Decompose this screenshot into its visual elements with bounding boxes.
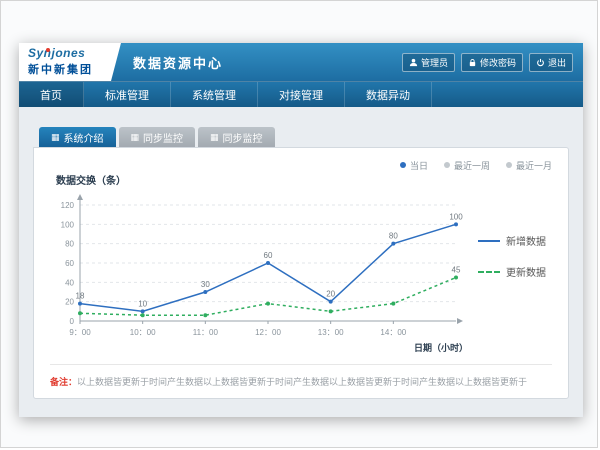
grid-icon: ▦ (51, 133, 60, 142)
nav-item-system-mgmt[interactable]: 系统管理 (171, 82, 258, 107)
series-legend: 新增数据 更新数据 (478, 187, 546, 355)
svg-text:30: 30 (201, 280, 210, 289)
content-area: ▦ 系统介绍 ▦ 同步监控 ▦ 同步监控 当日 (19, 107, 583, 417)
svg-text:20: 20 (65, 298, 74, 307)
svg-text:80: 80 (389, 232, 398, 241)
svg-text:40: 40 (65, 278, 74, 287)
tab-sync-monitor-2-label: 同步监控 (223, 130, 263, 145)
app-window: Synjones 新中新集团 数据资源中心 管理员 修改密码 退出 (19, 43, 583, 417)
svg-text:9：00: 9：00 (69, 328, 91, 337)
power-icon (536, 58, 545, 67)
tab-system-intro[interactable]: ▦ 系统介绍 (39, 127, 116, 147)
time-range-filters: 当日 最近一周 最近一月 (50, 158, 552, 172)
svg-text:日期（小时）: 日期（小时） (414, 342, 468, 353)
grid-icon: ▦ (131, 133, 140, 142)
screenshot-background: Synjones 新中新集团 数据资源中心 管理员 修改密码 退出 (0, 0, 598, 448)
filter-last-month-label: 最近一月 (516, 159, 552, 172)
filter-last-month[interactable]: 最近一月 (506, 159, 552, 172)
logout-label: 退出 (548, 56, 566, 69)
user-actions: 管理员 修改密码 退出 (402, 53, 573, 72)
admin-user-button[interactable]: 管理员 (402, 53, 455, 72)
tab-system-intro-label: 系统介绍 (64, 130, 104, 145)
logo-text-en: Synjones (28, 47, 121, 61)
svg-text:13：00: 13：00 (318, 328, 344, 337)
top-header: Synjones 新中新集团 数据资源中心 管理员 修改密码 退出 (19, 43, 583, 81)
nav-item-home[interactable]: 首页 (19, 82, 84, 107)
change-password-button[interactable]: 修改密码 (461, 53, 523, 72)
tab-sync-monitor-2[interactable]: ▦ 同步监控 (198, 127, 275, 147)
logo: Synjones 新中新集团 (19, 43, 121, 81)
filter-today[interactable]: 当日 (400, 159, 428, 172)
lock-icon (468, 58, 477, 67)
svg-text:20: 20 (326, 290, 335, 299)
dashed-line-icon (478, 271, 500, 273)
footnote-text: 以上数据皆更新于时间产生数据以上数据皆更新于时间产生数据以上数据皆更新于时间产生… (77, 375, 527, 388)
filter-dot-icon (400, 162, 406, 168)
user-icon (409, 58, 418, 67)
chart-row: 0 20 40 60 80 100 120 9：00 10：00 11：00 12：00 13：00 1… (50, 187, 552, 355)
svg-text:14：00: 14：00 (380, 328, 406, 337)
svg-text:120: 120 (61, 201, 75, 210)
nav-item-standard-mgmt[interactable]: 标准管理 (84, 82, 171, 107)
footnote-label: 备注： (50, 375, 77, 388)
solid-line-icon (478, 240, 500, 242)
legend-new-data-label: 新增数据 (506, 233, 546, 248)
logout-button[interactable]: 退出 (529, 53, 573, 72)
filter-dot-icon (444, 162, 450, 168)
svg-text:0: 0 (70, 317, 75, 326)
legend-updated-data-label: 更新数据 (506, 264, 546, 279)
change-password-label: 修改密码 (480, 56, 516, 69)
y-axis-title: 数据交换（条） (56, 172, 552, 187)
filter-today-label: 当日 (410, 159, 428, 172)
nav-item-data-change[interactable]: 数据异动 (345, 82, 432, 107)
app-title: 数据资源中心 (133, 53, 223, 72)
nav-item-integration-mgmt[interactable]: 对接管理 (258, 82, 345, 107)
main-navigation: 首页 标准管理 系统管理 对接管理 数据异动 (19, 81, 583, 107)
svg-text:60: 60 (264, 251, 273, 260)
svg-text:10: 10 (138, 299, 147, 308)
chart-panel: 当日 最近一周 最近一月 数据交换（条） 0 20 40 60 80 100 120 9：00… (33, 147, 569, 399)
line-chart: 0 20 40 60 80 100 120 9：00 10：00 11：00 12：00 13：00 1… (50, 187, 470, 355)
grid-icon: ▦ (210, 133, 219, 142)
legend-item-updated-data[interactable]: 更新数据 (478, 264, 546, 279)
legend-item-new-data[interactable]: 新增数据 (478, 233, 546, 248)
svg-text:80: 80 (65, 240, 74, 249)
tab-sync-monitor-1-label: 同步监控 (143, 130, 183, 145)
svg-text:12：00: 12：00 (255, 328, 281, 337)
svg-text:60: 60 (65, 259, 74, 268)
svg-text:100: 100 (61, 220, 75, 229)
filter-dot-icon (506, 162, 512, 168)
svg-text:11：00: 11：00 (193, 328, 219, 337)
admin-user-label: 管理员 (421, 56, 448, 69)
tab-sync-monitor-1[interactable]: ▦ 同步监控 (119, 127, 196, 147)
filter-last-week-label: 最近一周 (454, 159, 490, 172)
tab-bar: ▦ 系统介绍 ▦ 同步监控 ▦ 同步监控 (33, 127, 569, 147)
logo-text-cn: 新中新集团 (28, 61, 121, 77)
logo-accent-dot (46, 48, 50, 52)
svg-text:10：00: 10：00 (130, 328, 156, 337)
footnote: 备注： 以上数据皆更新于时间产生数据以上数据皆更新于时间产生数据以上数据皆更新于… (50, 364, 552, 398)
filter-last-week[interactable]: 最近一周 (444, 159, 490, 172)
svg-text:100: 100 (449, 212, 463, 221)
svg-text:45: 45 (452, 266, 461, 275)
svg-text:18: 18 (76, 292, 85, 301)
